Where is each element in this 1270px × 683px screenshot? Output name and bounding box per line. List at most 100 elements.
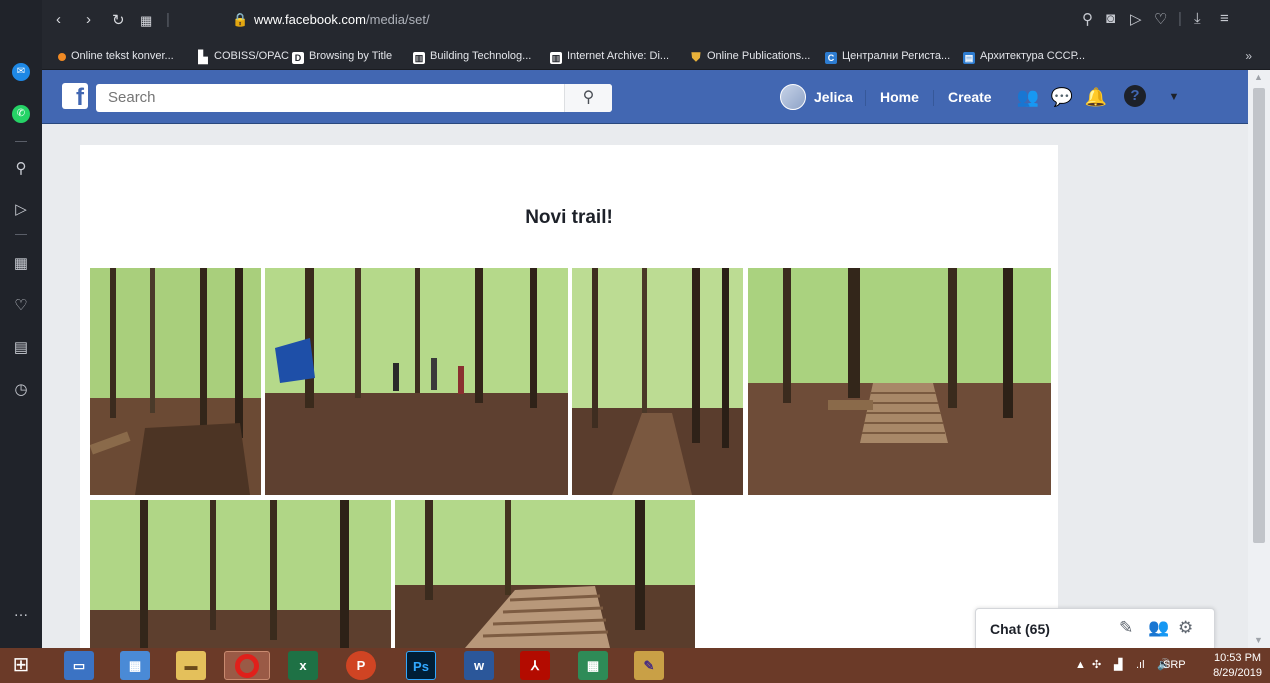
- archive-icon: ▥: [550, 52, 562, 64]
- language-indicator[interactable]: SRP: [1163, 648, 1186, 683]
- messenger-icon[interactable]: 💬: [1050, 85, 1074, 109]
- url-field[interactable]: www.facebook.com/media/set/: [254, 12, 430, 27]
- taskbar: ⊞ ▭ ▦ ▬ x P Ps w ⅄ ▦ ✎ ▲ ✣ ▟ .ıl 🔊 SRP 1…: [0, 648, 1270, 683]
- bookmark-item[interactable]: ▥ Internet Archive: Di...: [550, 50, 669, 64]
- speed-dial-icon[interactable]: ▦: [9, 252, 33, 276]
- scroll-up-icon[interactable]: ▲: [1254, 72, 1263, 82]
- excel-icon[interactable]: x: [288, 651, 318, 680]
- separator: |: [166, 11, 170, 28]
- control-panel-icon[interactable]: ▦: [120, 651, 150, 680]
- opera-icon: [235, 654, 259, 678]
- forest-photo: [395, 500, 695, 648]
- archive-icon: ▥: [413, 52, 425, 64]
- acrobat-icon[interactable]: ⅄: [520, 651, 550, 680]
- facebook-header: f ⚲ Jelica Home Create 👥 💬 🔔 ? ▼: [42, 70, 1248, 124]
- album-photo[interactable]: [748, 268, 1051, 495]
- forest-photo: [90, 268, 261, 495]
- history-icon[interactable]: ◷: [9, 378, 33, 402]
- search-button[interactable]: ⚲: [564, 84, 612, 112]
- new-group-icon[interactable]: 👥: [1148, 618, 1169, 638]
- messenger-icon[interactable]: ✉: [12, 63, 30, 81]
- bookmark-item[interactable]: Online tekst konver...: [58, 50, 174, 62]
- album-photo[interactable]: [572, 268, 743, 495]
- url-path: /media/set/: [366, 12, 430, 27]
- forest-photo: [748, 268, 1051, 495]
- home-link[interactable]: Home: [880, 89, 919, 105]
- forward-icon[interactable]: ›: [86, 11, 91, 28]
- tray-app-icon[interactable]: ✣: [1092, 648, 1101, 683]
- send-page-icon[interactable]: ▷: [1130, 10, 1142, 28]
- new-message-icon[interactable]: ✎: [1119, 618, 1133, 638]
- word-icon[interactable]: w: [464, 651, 494, 680]
- search-input[interactable]: [108, 89, 548, 106]
- document-icon: ▙: [198, 50, 208, 64]
- avatar[interactable]: [780, 84, 806, 110]
- sidebar-divider: [15, 141, 27, 142]
- reload-icon[interactable]: ↻: [112, 11, 125, 29]
- bookmarks-bar: Online tekst konver... ▙ COBISS/OPAC D Bro…: [42, 46, 1270, 70]
- create-link[interactable]: Create: [948, 89, 992, 105]
- clock-time: 10:53 PM: [1213, 652, 1262, 664]
- windows-start-icon[interactable]: ⊞: [6, 651, 36, 680]
- dspace-icon: D: [292, 52, 304, 64]
- book-icon: ▤: [963, 52, 975, 64]
- scroll-thumb[interactable]: [1253, 88, 1265, 543]
- bookmark-heart-icon[interactable]: ♡: [1154, 10, 1167, 28]
- notifications-bell-icon[interactable]: 🔔: [1084, 85, 1108, 109]
- network-icon[interactable]: ▟: [1114, 648, 1122, 683]
- calculator-icon[interactable]: ▦: [578, 651, 608, 680]
- album-photo[interactable]: [265, 268, 568, 495]
- sidebar-divider: [15, 234, 27, 235]
- bookmark-dot-icon: [58, 53, 66, 61]
- search-icon[interactable]: ⚲: [9, 157, 33, 181]
- tray-expand-icon[interactable]: ▲: [1075, 648, 1086, 683]
- file-explorer-icon[interactable]: ▬: [176, 651, 206, 680]
- whatsapp-icon[interactable]: ✆: [12, 105, 30, 123]
- bookmark-item[interactable]: ▥ Building Technolog...: [413, 50, 531, 64]
- settings-gear-icon[interactable]: ⚙: [1178, 618, 1193, 638]
- menu-icon[interactable]: ≡: [1220, 10, 1229, 27]
- desktop-icon[interactable]: ▭: [64, 651, 94, 680]
- shield-icon: ⛊: [691, 50, 701, 64]
- signal-icon[interactable]: .ıl: [1136, 648, 1145, 683]
- bookmark-item[interactable]: ▤ Архитектура СССР...: [963, 50, 1085, 64]
- bookmark-item[interactable]: C Централни Региста...: [825, 50, 950, 64]
- taskbar-opera-button[interactable]: [224, 651, 270, 680]
- paint-icon[interactable]: ✎: [634, 651, 664, 680]
- forest-photo: [90, 500, 391, 648]
- facebook-logo-icon[interactable]: f: [62, 83, 88, 111]
- nav-divider: [933, 90, 934, 106]
- snapshot-search-icon[interactable]: ⚲: [1082, 10, 1093, 28]
- bookmark-item[interactable]: ▙ COBISS/OPAC: [197, 50, 289, 63]
- search-icon: ⚲: [582, 89, 595, 106]
- powerpoint-icon[interactable]: P: [346, 651, 376, 680]
- help-icon[interactable]: ?: [1124, 85, 1146, 107]
- c-icon: C: [825, 52, 837, 64]
- bookmarks-more-button[interactable]: »: [1245, 49, 1252, 63]
- back-icon[interactable]: ‹: [56, 11, 61, 28]
- tabs-grid-icon[interactable]: ▦: [140, 13, 152, 29]
- download-icon[interactable]: ⤓: [1194, 10, 1201, 27]
- news-icon[interactable]: ▤: [9, 336, 33, 360]
- photoshop-icon[interactable]: Ps: [406, 651, 436, 680]
- lock-icon: 🔒: [232, 12, 249, 27]
- system-clock[interactable]: 10:53 PM 8/29/2019: [1213, 651, 1262, 681]
- album-title: Novi trail!: [525, 207, 613, 228]
- heart-icon[interactable]: ♡: [9, 294, 33, 318]
- friend-requests-icon[interactable]: 👥: [1016, 85, 1040, 109]
- camera-icon[interactable]: ◙: [1106, 10, 1115, 27]
- more-icon[interactable]: …: [9, 600, 33, 624]
- account-menu-chevron-icon[interactable]: ▼: [1162, 85, 1186, 109]
- album-photo[interactable]: [395, 500, 695, 648]
- profile-link[interactable]: Jelica: [814, 89, 853, 105]
- nav-divider: [865, 90, 866, 106]
- album-photo[interactable]: [90, 268, 261, 495]
- scroll-down-icon[interactable]: ▼: [1254, 635, 1263, 645]
- browser-sidebar: ✉ ✆ ⚲ ▷ ▦ ♡ ▤ ◷ …: [0, 0, 42, 648]
- send-icon[interactable]: ▷: [9, 198, 33, 222]
- bookmark-item[interactable]: ⛊ Online Publications...: [690, 50, 810, 63]
- bookmark-item[interactable]: D Browsing by Title: [292, 50, 392, 64]
- album-photo[interactable]: [90, 500, 391, 648]
- chat-bar[interactable]: Chat (65) ✎ 👥 ⚙: [975, 608, 1215, 648]
- page-scrollbar[interactable]: ▲ ▼: [1248, 70, 1270, 648]
